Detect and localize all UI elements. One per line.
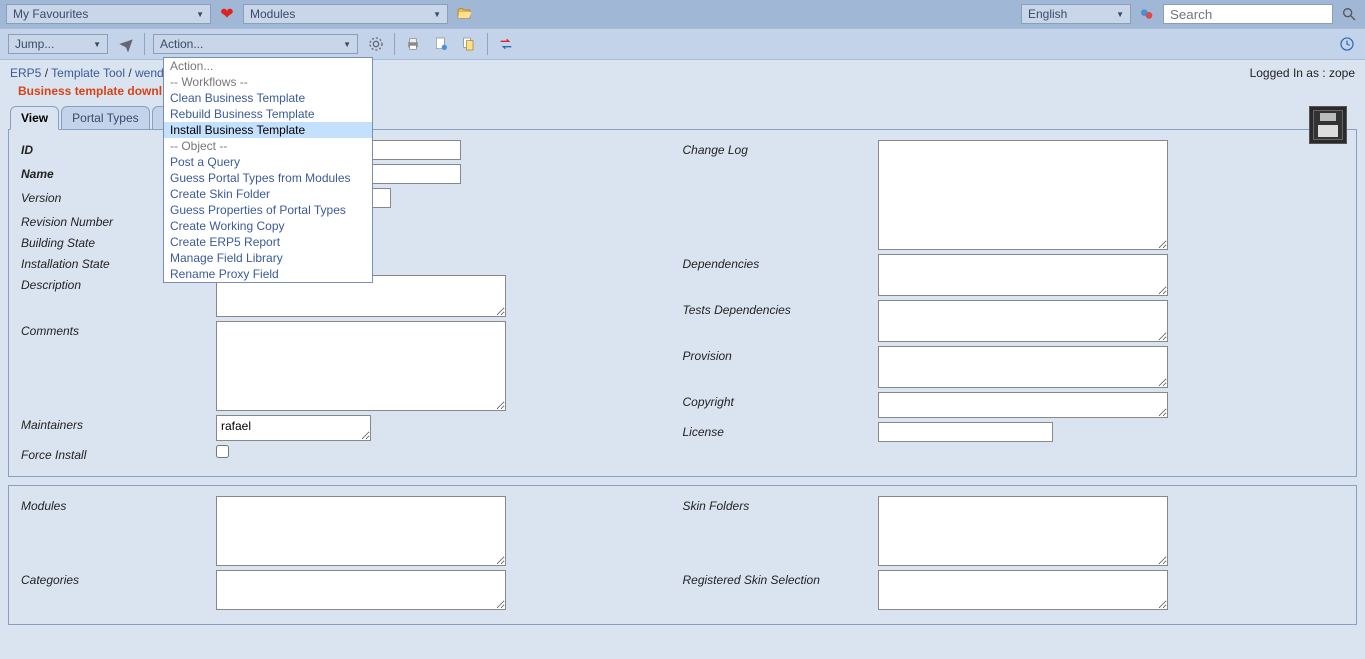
action-option: -- Workflows -- bbox=[164, 74, 372, 90]
maintainers-field[interactable]: rafael bbox=[216, 415, 371, 441]
label-dependencies: Dependencies bbox=[683, 254, 878, 271]
logged-in-text: Logged In as : zope bbox=[1250, 66, 1355, 80]
copy-doc-icon[interactable] bbox=[459, 34, 479, 54]
license-field[interactable] bbox=[878, 422, 1053, 442]
modules-label: Modules bbox=[250, 7, 295, 21]
copyright-field[interactable] bbox=[878, 392, 1168, 418]
action-option[interactable]: Install Business Template bbox=[164, 122, 372, 138]
action-option[interactable]: Clean Business Template bbox=[164, 90, 372, 106]
favourites-select[interactable]: My Favourites bbox=[6, 4, 211, 24]
action-option[interactable]: Rebuild Business Template bbox=[164, 106, 372, 122]
divider bbox=[487, 33, 488, 55]
label-force-install: Force Install bbox=[21, 445, 216, 462]
label-modules: Modules bbox=[21, 496, 216, 513]
heart-icon[interactable]: ❤ bbox=[217, 4, 237, 24]
bc-template-tool[interactable]: Template Tool bbox=[51, 66, 125, 80]
dependencies-field[interactable] bbox=[878, 254, 1168, 296]
clock-icon[interactable] bbox=[1337, 34, 1357, 54]
label-license: License bbox=[683, 422, 878, 439]
breadcrumb: ERP5 / Template Tool / wend bbox=[10, 66, 164, 80]
language-select[interactable]: English bbox=[1021, 4, 1131, 24]
bc-wend[interactable]: wend bbox=[135, 66, 164, 80]
label-comments: Comments bbox=[21, 321, 216, 338]
open-folder-icon[interactable] bbox=[454, 4, 474, 24]
action-option: -- Object -- bbox=[164, 138, 372, 154]
tests-deps-field[interactable] bbox=[878, 300, 1168, 342]
new-doc-icon[interactable] bbox=[431, 34, 451, 54]
tab-portal-types[interactable]: Portal Types bbox=[61, 106, 149, 129]
action-option[interactable]: Create ERP5 Report bbox=[164, 234, 372, 250]
jump-label: Jump... bbox=[15, 37, 54, 51]
print-icon[interactable] bbox=[403, 34, 423, 54]
action-option[interactable]: Guess Portal Types from Modules bbox=[164, 170, 372, 186]
comments-field[interactable] bbox=[216, 321, 506, 411]
modules-field[interactable] bbox=[216, 496, 506, 566]
search-input[interactable] bbox=[1163, 4, 1333, 24]
action-option[interactable]: Create Skin Folder bbox=[164, 186, 372, 202]
modules-select[interactable]: Modules bbox=[243, 4, 448, 24]
bc-erp5[interactable]: ERP5 bbox=[10, 66, 41, 80]
action-option[interactable]: Manage Field Library bbox=[164, 250, 372, 266]
action-dropdown: Action...-- Workflows --Clean Business T… bbox=[163, 57, 373, 283]
gear-icon[interactable] bbox=[366, 34, 386, 54]
label-copyright: Copyright bbox=[683, 392, 878, 409]
label-reg-skin-sel: Registered Skin Selection bbox=[683, 570, 878, 587]
tab-view[interactable]: View bbox=[10, 106, 59, 130]
airplane-icon[interactable] bbox=[116, 34, 136, 54]
jump-select[interactable]: Jump... bbox=[8, 34, 108, 54]
action-select[interactable]: Action... bbox=[153, 34, 358, 54]
label-tests-deps: Tests Dependencies bbox=[683, 300, 878, 317]
skin-folders-field[interactable] bbox=[878, 496, 1168, 566]
categories-field[interactable] bbox=[216, 570, 506, 610]
favourites-label: My Favourites bbox=[13, 7, 88, 21]
label-change-log: Change Log bbox=[683, 140, 878, 157]
provision-field[interactable] bbox=[878, 346, 1168, 388]
action-option[interactable]: Post a Query bbox=[164, 154, 372, 170]
divider bbox=[144, 33, 145, 55]
change-log-field[interactable] bbox=[878, 140, 1168, 250]
exchange-icon[interactable] bbox=[496, 34, 516, 54]
label-maintainers: Maintainers bbox=[21, 415, 216, 432]
reg-skin-sel-field[interactable] bbox=[878, 570, 1168, 610]
divider bbox=[394, 33, 395, 55]
label-categories: Categories bbox=[21, 570, 216, 587]
search-icon[interactable] bbox=[1339, 4, 1359, 24]
action-label: Action... bbox=[160, 37, 203, 51]
force-install-checkbox[interactable] bbox=[216, 445, 229, 458]
action-option[interactable]: Guess Properties of Portal Types bbox=[164, 202, 372, 218]
language-label: English bbox=[1028, 7, 1067, 21]
action-option[interactable]: Rename Proxy Field bbox=[164, 266, 372, 282]
label-skin-folders: Skin Folders bbox=[683, 496, 878, 513]
action-option: Action... bbox=[164, 58, 372, 74]
action-option[interactable]: Create Working Copy bbox=[164, 218, 372, 234]
save-button[interactable] bbox=[1309, 106, 1347, 144]
translate-icon[interactable] bbox=[1137, 4, 1157, 24]
label-provision: Provision bbox=[683, 346, 878, 363]
